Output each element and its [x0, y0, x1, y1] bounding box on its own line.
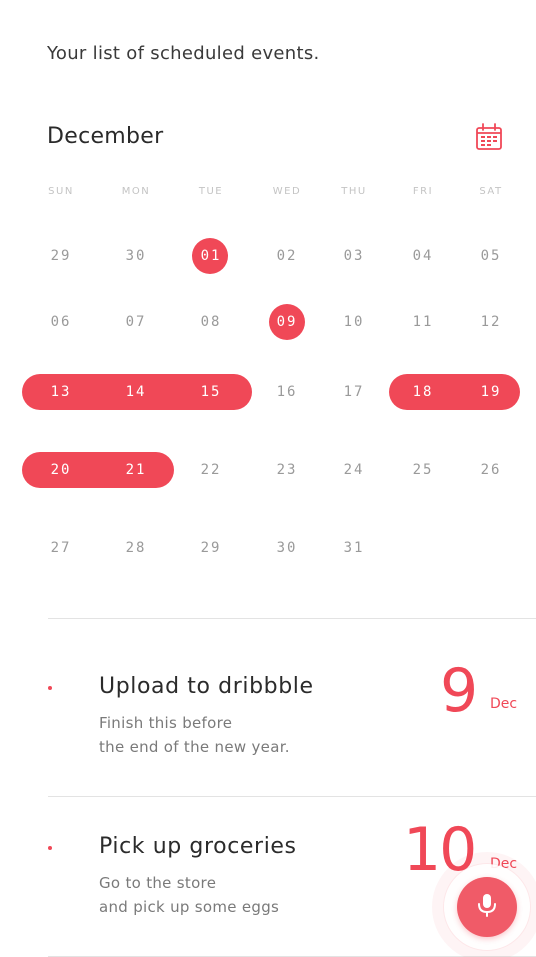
subtitle: Your list of scheduled events.	[47, 43, 320, 64]
event-bullet	[48, 686, 52, 690]
voice-input-button[interactable]	[457, 877, 517, 937]
calendar-day[interactable]: 03	[332, 238, 376, 274]
month-title: December	[47, 124, 164, 149]
calendar-day[interactable]: 22	[189, 452, 233, 488]
calendar-day[interactable]: 12	[469, 304, 513, 340]
calendar-day[interactable]: 02	[265, 238, 309, 274]
event-bullet	[48, 846, 52, 850]
calendar-day[interactable]: 10	[332, 304, 376, 340]
calendar-day[interactable]: 30	[114, 238, 158, 274]
calendar-day[interactable]: 25	[401, 452, 445, 488]
weekday-wed: WED	[272, 186, 302, 197]
calendar-day[interactable]: 16	[265, 374, 309, 410]
weekday-thu: THU	[341, 186, 367, 197]
event-description: Finish this before	[99, 714, 233, 732]
divider	[48, 618, 536, 619]
calendar-day-selected[interactable]: 14	[114, 374, 158, 410]
event-title[interactable]: Pick up groceries	[99, 834, 297, 859]
event-description: Go to the store	[99, 874, 217, 892]
calendar-day[interactable]: 11	[401, 304, 445, 340]
calendar-day-selected[interactable]: 01	[189, 238, 233, 274]
calendar-day[interactable]: 28	[114, 530, 158, 566]
calendar-day-selected[interactable]: 13	[39, 374, 83, 410]
calendar-day[interactable]: 08	[189, 304, 233, 340]
event-description: and pick up some eggs	[99, 898, 280, 916]
event-date-day: 9	[440, 656, 478, 726]
divider	[48, 796, 536, 797]
calendar-day[interactable]: 17	[332, 374, 376, 410]
calendar-icon[interactable]	[474, 122, 504, 152]
weekday-sun: SUN	[48, 186, 74, 197]
calendar-day[interactable]: 24	[332, 452, 376, 488]
calendar-day[interactable]: 29	[39, 238, 83, 274]
event-title[interactable]: Upload to dribbble	[99, 674, 314, 699]
weekday-mon: MON	[121, 186, 151, 197]
calendar-day[interactable]: 29	[189, 530, 233, 566]
calendar-day[interactable]: 23	[265, 452, 309, 488]
calendar-day-selected[interactable]: 15	[189, 374, 233, 410]
calendar-day[interactable]: 06	[39, 304, 83, 340]
calendar-day[interactable]: 27	[39, 530, 83, 566]
calendar-day-selected[interactable]: 19	[469, 374, 513, 410]
weekday-tue: TUE	[198, 186, 224, 197]
calendar-day[interactable]: 26	[469, 452, 513, 488]
calendar-day[interactable]: 30	[265, 530, 309, 566]
event-description: the end of the new year.	[99, 738, 290, 756]
calendar-day[interactable]: 04	[401, 238, 445, 274]
weekday-sat: SAT	[479, 186, 503, 197]
calendar-day-selected[interactable]: 21	[114, 452, 158, 488]
weekday-fri: FRI	[412, 186, 434, 197]
calendar-day-selected[interactable]: 18	[401, 374, 445, 410]
calendar-day[interactable]: 07	[114, 304, 158, 340]
calendar-day[interactable]: 05	[469, 238, 513, 274]
calendar-day-selected[interactable]: 20	[39, 452, 83, 488]
calendar-day-selected[interactable]: 09	[265, 304, 309, 340]
calendar-day[interactable]: 31	[332, 530, 376, 566]
event-date-month: Dec	[490, 696, 518, 712]
microphone-icon	[476, 892, 498, 922]
